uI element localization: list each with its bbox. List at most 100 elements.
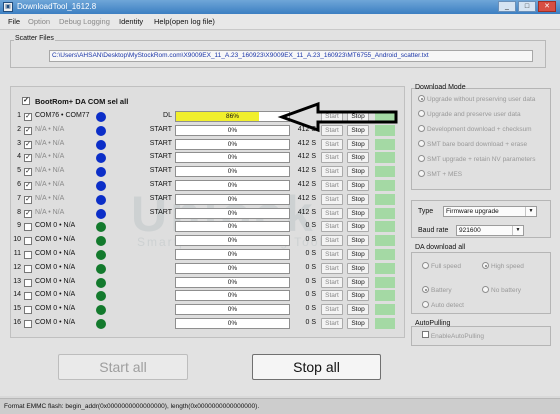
com-port-label: COM 0 • N/A: [35, 277, 76, 285]
enable-auto-pulling-checkbox[interactable]: [422, 331, 429, 338]
stage-label: START: [149, 208, 172, 216]
menu-help[interactable]: Help(open log file): [154, 17, 215, 26]
port-checkbox[interactable]: ✓: [24, 154, 32, 163]
port-checkbox[interactable]: [24, 264, 32, 273]
stop-button[interactable]: Stop: [347, 221, 369, 233]
stop-button[interactable]: Stop: [347, 276, 369, 288]
stop-button[interactable]: Stop: [347, 262, 369, 274]
stop-button[interactable]: Stop: [347, 318, 369, 329]
stop-button[interactable]: Stop: [347, 166, 369, 178]
download-mode-option[interactable]: Upgrade and preserve user data: [418, 110, 521, 118]
download-mode-option[interactable]: Development download + checksum: [418, 125, 532, 133]
type-select[interactable]: Firmware upgrade ▼: [443, 206, 537, 217]
chevron-down-icon[interactable]: ▼: [512, 226, 523, 235]
stop-button[interactable]: Stop: [347, 138, 369, 150]
stop-button[interactable]: Stop: [347, 193, 369, 205]
start-button[interactable]: Start: [321, 138, 343, 150]
stop-button[interactable]: Stop: [347, 111, 369, 122]
port-checkbox[interactable]: [24, 278, 32, 287]
radio-button[interactable]: [422, 286, 429, 293]
port-checkbox[interactable]: ✓: [24, 209, 32, 218]
start-all-button[interactable]: Start all: [58, 354, 188, 380]
download-mode-option[interactable]: SMT bare board download + erase: [418, 140, 527, 148]
menu-debug-logging[interactable]: Debug Logging: [59, 17, 110, 26]
radio-button[interactable]: [418, 155, 425, 162]
download-mode-option[interactable]: SMT + MES: [418, 170, 462, 178]
port-row: 10 COM 0 • N/A 0% 0 S Start Stop: [0, 235, 405, 247]
da-battery-option[interactable]: Battery: [422, 286, 452, 294]
bootrom-checkbox[interactable]: ✓: [22, 97, 30, 105]
start-button[interactable]: Start: [321, 221, 343, 233]
port-checkbox[interactable]: [24, 237, 32, 246]
start-button[interactable]: Start: [321, 193, 343, 205]
port-checkbox[interactable]: [24, 292, 32, 301]
radio-button[interactable]: [422, 301, 429, 308]
menu-option[interactable]: Option: [28, 17, 50, 26]
start-button[interactable]: Start: [321, 318, 343, 329]
port-checkbox[interactable]: [24, 320, 32, 328]
radio-button[interactable]: [418, 170, 425, 177]
minimize-button[interactable]: _: [498, 1, 516, 12]
start-button[interactable]: Start: [321, 235, 343, 247]
da-battery-option[interactable]: No battery: [482, 286, 521, 294]
stop-button[interactable]: Stop: [347, 235, 369, 247]
radio-button[interactable]: [482, 286, 489, 293]
stop-button[interactable]: Stop: [347, 124, 369, 136]
start-button[interactable]: Start: [321, 111, 343, 122]
start-button[interactable]: Start: [321, 124, 343, 136]
stop-button[interactable]: Stop: [347, 290, 369, 302]
port-checkbox[interactable]: [24, 251, 32, 259]
stop-button[interactable]: Stop: [347, 180, 369, 191]
start-button[interactable]: Start: [321, 304, 343, 316]
stop-all-button[interactable]: Stop all: [252, 354, 381, 380]
port-checkbox[interactable]: ✓: [24, 113, 32, 121]
download-mode-option[interactable]: Upgrade without preserving user data: [418, 95, 535, 103]
status-dot-icon: [96, 319, 106, 329]
start-button[interactable]: Start: [321, 276, 343, 288]
port-checkbox[interactable]: [24, 223, 32, 232]
da-battery-option[interactable]: Auto detect: [422, 301, 464, 309]
start-button[interactable]: Start: [321, 207, 343, 219]
radio-button[interactable]: [418, 95, 425, 102]
download-mode-option[interactable]: SMT upgrade + retain NV parameters: [418, 155, 535, 163]
start-button[interactable]: Start: [321, 290, 343, 302]
port-number: 8: [17, 208, 21, 216]
port-checkbox[interactable]: ✓: [24, 182, 32, 190]
start-button[interactable]: Start: [321, 262, 343, 274]
start-button[interactable]: Start: [321, 249, 343, 260]
radio-button[interactable]: [482, 262, 489, 269]
radio-button[interactable]: [422, 262, 429, 269]
port-checkbox[interactable]: ✓: [24, 195, 32, 204]
progress-text: 0%: [227, 223, 238, 231]
stop-button[interactable]: Stop: [347, 207, 369, 219]
baud-rate-select[interactable]: 921600 ▼: [456, 225, 524, 236]
menu-identity[interactable]: Identity: [119, 17, 143, 26]
radio-button[interactable]: [418, 140, 425, 147]
com-port-label: COM76 • COM77: [35, 112, 90, 119]
da-speed-option[interactable]: High speed: [482, 262, 524, 270]
stop-button[interactable]: Stop: [347, 249, 369, 260]
close-button[interactable]: ✕: [538, 1, 556, 12]
port-checkbox[interactable]: ✓: [24, 126, 32, 135]
menu-file[interactable]: File: [8, 17, 20, 26]
stop-button[interactable]: Stop: [347, 152, 369, 164]
start-button[interactable]: Start: [321, 180, 343, 191]
chevron-down-icon[interactable]: ▼: [525, 207, 536, 216]
status-indicator: [375, 276, 395, 288]
port-checkbox[interactable]: [24, 306, 32, 315]
stop-button[interactable]: Stop: [347, 304, 369, 316]
port-checkbox[interactable]: ✓: [24, 168, 32, 177]
radio-button[interactable]: [418, 110, 425, 117]
progress-bar: 0%: [175, 221, 290, 233]
start-button[interactable]: Start: [321, 152, 343, 164]
start-button[interactable]: Start: [321, 166, 343, 178]
port-row: 1 ✓ COM76 • COM77 DL 86% Start Stop: [0, 111, 405, 123]
radio-button[interactable]: [418, 125, 425, 132]
da-speed-option[interactable]: Full speed: [422, 262, 461, 270]
scatter-file-path[interactable]: C:\Users\AHSAN\Desktop\MyStockRom.com\X9…: [49, 50, 533, 62]
maximize-button[interactable]: □: [518, 1, 536, 12]
enable-auto-pulling-option[interactable]: EnableAutoPulling: [422, 331, 484, 340]
download-mode-label: Development download + checksum: [427, 126, 532, 133]
port-checkbox[interactable]: ✓: [24, 140, 32, 149]
status-indicator: [375, 221, 395, 233]
